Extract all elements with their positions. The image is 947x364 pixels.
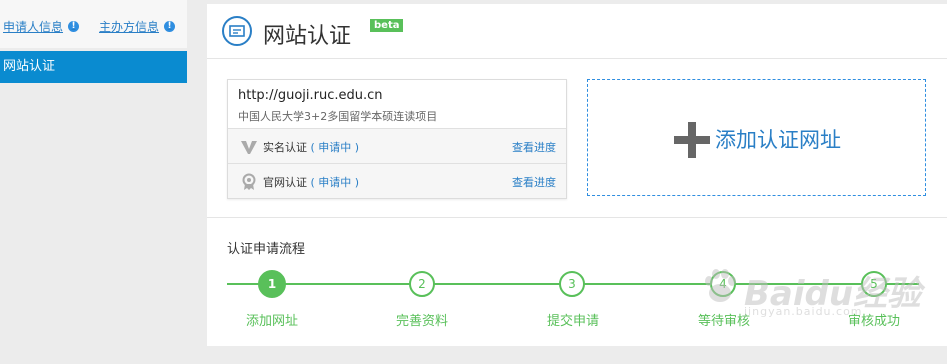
organizer-info-label: 主办方信息	[99, 20, 160, 34]
applicant-info-link[interactable]: 申请人信息 !	[3, 18, 80, 35]
v-badge-icon	[240, 138, 258, 156]
info-icon: !	[68, 21, 80, 32]
verification-status: ( 申请中 )	[310, 141, 360, 154]
site-url: http://guoji.ruc.edu.cn	[238, 88, 383, 103]
verification-status: ( 申请中 )	[310, 176, 360, 189]
verification-row-realname: 实名认证 ( 申请中 ) 查看进度	[228, 128, 566, 163]
view-progress-link[interactable]: 查看进度	[512, 174, 556, 190]
add-site-label: 添加认证网址	[715, 128, 841, 152]
step-4: 4	[710, 271, 736, 297]
beta-badge: beta	[370, 19, 404, 32]
step-2: 2	[409, 271, 435, 297]
site-card: http://guoji.ruc.edu.cn 中国人民大学3+2多国留学本硕连…	[227, 79, 567, 199]
verification-type: 实名认证	[263, 141, 307, 154]
main-panel: 网站认证 beta http://guoji.ruc.edu.cn 中国人民大学…	[207, 4, 947, 346]
sidebar-top: 申请人信息 ! 主办方信息 !	[0, 0, 187, 48]
step-label: 提交申请	[546, 314, 599, 329]
sidebar-item-site-verification[interactable]: 网站认证	[0, 51, 187, 83]
verification-type: 官网认证	[263, 176, 307, 189]
step-label: 审核成功	[847, 314, 900, 329]
verification-row-official: 官网认证 ( 申请中 ) 查看进度	[228, 163, 566, 198]
step-label: 完善资料	[395, 314, 448, 329]
organizer-info-link[interactable]: 主办方信息 !	[99, 18, 176, 35]
site-name: 中国人民大学3+2多国留学本硕连读项目	[238, 110, 438, 123]
step-label: 等待审核	[697, 314, 750, 329]
view-progress-link[interactable]: 查看进度	[512, 139, 556, 155]
plus-icon	[674, 122, 710, 158]
info-icon: !	[164, 21, 176, 32]
divider	[207, 217, 947, 218]
verification-label: 官网认证 ( 申请中 )	[263, 174, 359, 190]
sidebar: 申请人信息 ! 主办方信息 ! 网站认证	[0, 0, 187, 364]
ribbon-badge-icon	[240, 173, 258, 191]
page-title: 网站认证	[263, 24, 352, 49]
step-label: 添加网址	[245, 314, 298, 329]
applicant-info-label: 申请人信息	[3, 20, 64, 34]
process-title: 认证申请流程	[227, 242, 306, 257]
step-5: 5	[861, 271, 887, 297]
add-site-button[interactable]: 添加认证网址	[587, 79, 926, 196]
step-3: 3	[559, 271, 585, 297]
page-header: 网站认证 beta	[207, 4, 947, 59]
site-card-icon	[222, 16, 252, 46]
step-1: 1	[258, 270, 286, 298]
verification-label: 实名认证 ( 申请中 )	[263, 139, 359, 155]
